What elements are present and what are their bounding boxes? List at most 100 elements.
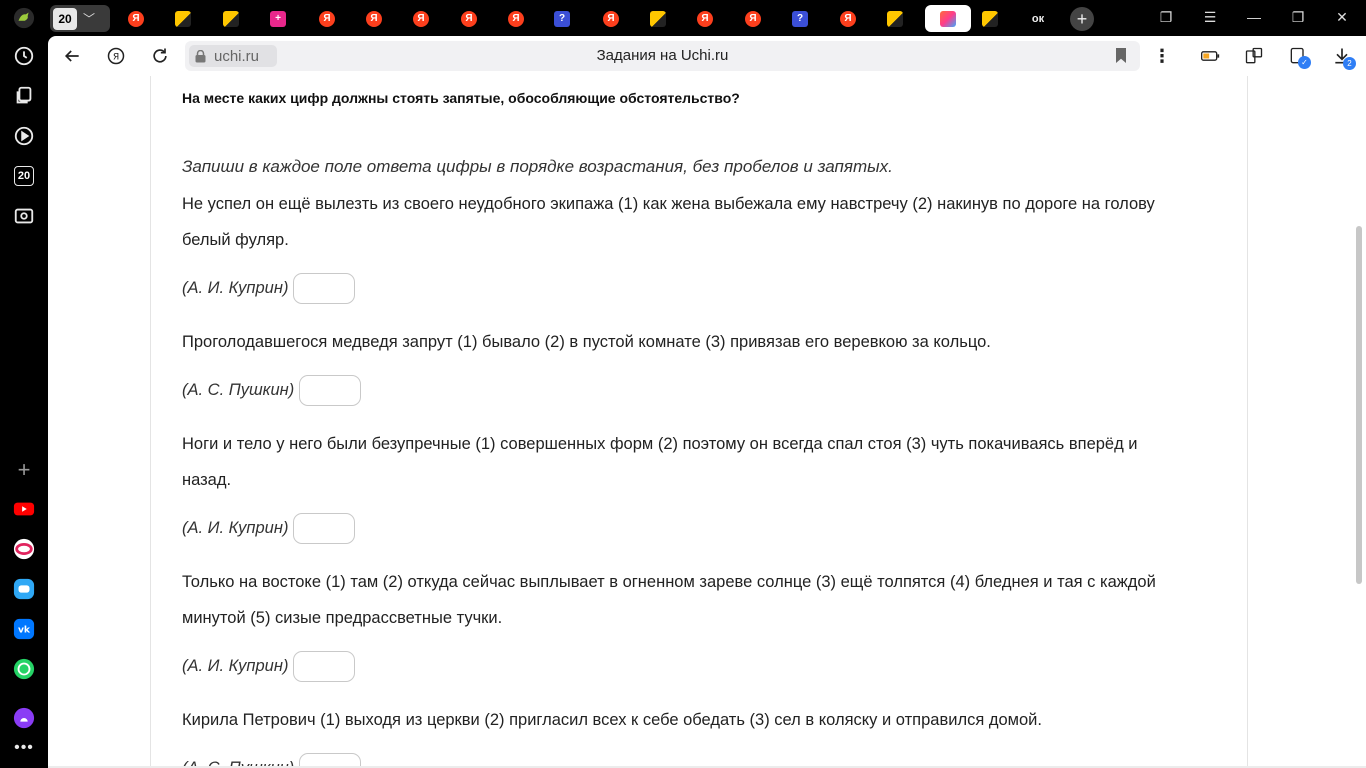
yandex-home-button[interactable]: Я — [104, 44, 128, 68]
question-text: На месте каких цифр должны стоять запяты… — [182, 90, 740, 106]
more-options-icon[interactable]: ⋮ — [1150, 44, 1174, 68]
svg-text:vk: vk — [18, 625, 31, 636]
screenshot-icon[interactable] — [12, 204, 36, 228]
answer-input-3[interactable] — [293, 513, 356, 544]
source-3: (А. И. Куприн) — [182, 519, 289, 537]
tab-count: 20 — [53, 7, 77, 30]
yandex-icon: Я — [697, 10, 713, 27]
scrollbar-thumb[interactable] — [1356, 226, 1362, 584]
yandex-icon: Я — [413, 10, 429, 27]
answer-row-4: (А. И. Куприн) — [182, 651, 356, 682]
battery-icon[interactable] — [1198, 44, 1222, 68]
source-2: (А. С. Пушкин) — [182, 381, 295, 399]
page-title: Задания на Uchi.ru — [596, 47, 729, 64]
picture-icon — [223, 10, 239, 27]
history-icon[interactable] — [12, 44, 36, 68]
yandex-icon: Я — [840, 10, 856, 27]
side-panel: 20 + vk ••• — [0, 0, 48, 768]
messenger-icon[interactable] — [12, 577, 36, 601]
source-4: (А. И. Куприн) — [182, 657, 289, 675]
vk-icon[interactable]: vk — [12, 617, 36, 641]
answer-row-2: (А. С. Пушкин) — [182, 375, 362, 406]
sentence-4: Только на востоке (1) там (2) откуда сей… — [182, 573, 1156, 627]
chevron-down-icon: ﹀ — [83, 12, 96, 26]
tab-7[interactable]: Я — [401, 5, 441, 32]
collections-icon[interactable] — [12, 84, 36, 108]
yandex-icon: Я — [319, 10, 335, 27]
tabs-count-icon[interactable]: 20 — [12, 164, 36, 188]
answer-input-4[interactable] — [293, 651, 356, 682]
close-icon[interactable]: ✕ — [1332, 9, 1352, 26]
yandex-icon: Я — [745, 10, 761, 27]
answer-input-2[interactable] — [299, 375, 362, 406]
tab-9[interactable]: Я — [496, 5, 536, 32]
task-card: На месте каких цифр должны стоять запяты… — [150, 76, 1248, 768]
yandex-icon: Я — [461, 10, 477, 27]
tab-1[interactable]: Я — [116, 5, 156, 32]
more-icon[interactable]: ••• — [12, 736, 36, 760]
play-icon[interactable] — [12, 124, 36, 148]
mail-app-icon[interactable] — [12, 537, 36, 561]
tab-manager-icon[interactable]: ❐ — [1156, 9, 1176, 26]
tab-3[interactable] — [211, 5, 251, 32]
answer-row-3: (А. И. Куприн) — [182, 513, 356, 544]
downloads-button[interactable]: 2 — [1330, 44, 1356, 70]
alice-logo-icon[interactable] — [12, 6, 36, 30]
alice-icon[interactable] — [12, 706, 36, 730]
answer-row-1: (А. И. Куприн) — [182, 273, 356, 304]
tab-19[interactable] — [970, 5, 1010, 32]
new-tab-button[interactable]: + — [1070, 7, 1094, 31]
tab-10[interactable]: ? — [542, 5, 582, 32]
yandex-icon: Я — [128, 10, 144, 27]
restore-icon[interactable]: ❐ — [1288, 9, 1308, 26]
answer-input-1[interactable] — [293, 273, 356, 304]
extensions-icon[interactable] — [1242, 44, 1266, 68]
picture-icon — [887, 10, 903, 27]
yandex-icon: Я — [603, 10, 619, 27]
tab-6[interactable]: Я — [354, 5, 394, 32]
protect-icon[interactable]: ✓ — [1286, 44, 1311, 69]
ok-icon: ок — [1031, 12, 1045, 25]
tab-5[interactable]: Я — [307, 5, 347, 32]
tab-11[interactable]: Я — [591, 5, 631, 32]
minimize-icon[interactable]: — — [1244, 9, 1264, 25]
page-viewport: На месте каких цифр должны стоять запяты… — [48, 76, 1366, 768]
tab-4[interactable]: + — [258, 5, 298, 32]
menu-icon[interactable]: ☰ — [1200, 9, 1220, 26]
sentence-1: Не успел он ещё вылезть из своего неудоб… — [182, 195, 1155, 249]
address-bar[interactable]: uchi.ru Задания на Uchi.ru — [185, 41, 1140, 71]
reload-button[interactable] — [148, 44, 172, 68]
downloads-badge: 2 — [1343, 57, 1356, 70]
tab-13[interactable]: Я — [685, 5, 725, 32]
question-icon: ? — [792, 10, 808, 27]
sentence-3: Ноги и тело у него были безупречные (1) … — [182, 435, 1138, 489]
sentence-2: Проголодавшегося медведя запрут (1) быва… — [182, 333, 991, 351]
rail-badge: 20 — [14, 166, 34, 186]
whatsapp-icon[interactable] — [12, 657, 36, 681]
add-panel-icon[interactable]: + — [12, 457, 36, 482]
tab-2[interactable] — [163, 5, 203, 32]
tab-strip: 20 ﹀ Я + Я Я Я Я Я? Я Я Я? Яок + ❐ ☰ — ❐ ✕ — [48, 0, 1366, 36]
tab-17[interactable] — [875, 5, 915, 32]
back-button[interactable] — [60, 44, 84, 68]
tab-15[interactable]: ? — [780, 5, 820, 32]
uchi-icon — [940, 10, 956, 27]
tab-14[interactable]: Я — [733, 5, 773, 32]
picture-icon — [175, 10, 191, 27]
tab-8[interactable]: Я — [449, 5, 489, 32]
instruction-text: Запиши в каждое поле ответа цифры в поря… — [182, 157, 893, 176]
tab-active[interactable] — [925, 5, 971, 32]
task-content: На месте каких цифр должны стоять запяты… — [182, 90, 1182, 768]
tab-16[interactable]: Я — [828, 5, 868, 32]
picture-icon — [650, 10, 666, 27]
tab-20[interactable]: ок — [1018, 5, 1058, 32]
yandex-icon: Я — [508, 10, 524, 27]
toolbar: Я uchi.ru Задания на Uchi.ru ⋮ ✓ 2 — [48, 36, 1366, 76]
pink-app-icon: + — [270, 10, 286, 27]
tab-count-button[interactable]: 20 ﹀ — [50, 5, 110, 32]
picture-icon — [982, 10, 998, 27]
tab-12[interactable] — [638, 5, 678, 32]
source-1: (А. И. Куприн) — [182, 279, 289, 297]
sentence-5: Кирила Петрович (1) выходя из церкви (2)… — [182, 711, 1042, 729]
youtube-icon[interactable] — [12, 497, 36, 521]
